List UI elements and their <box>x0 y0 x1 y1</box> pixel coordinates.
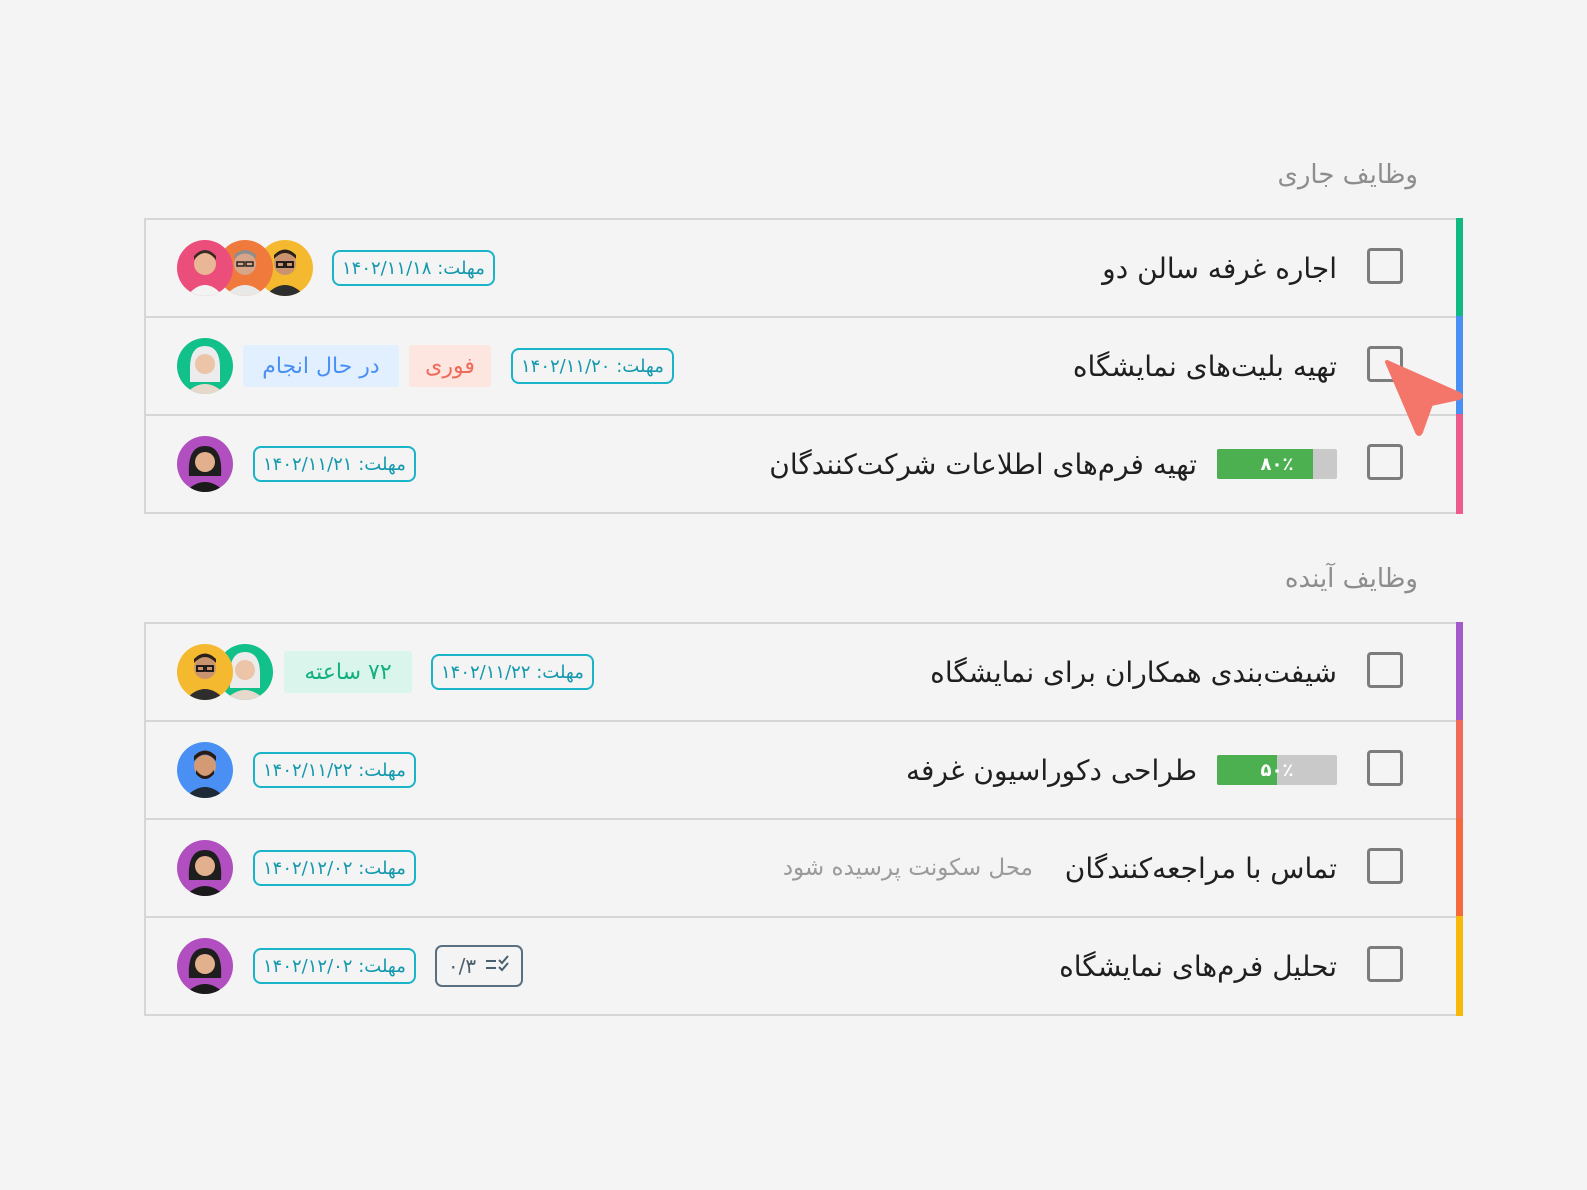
deadline-badge: مهلت: ۱۴۰۲/۱۱/۲۲ <box>431 654 594 690</box>
task-checkbox[interactable] <box>1367 652 1403 688</box>
deadline-badge: مهلت: ۱۴۰۲/۱۱/۲۰ <box>511 348 674 384</box>
progress-label: ۵۰٪ <box>1260 759 1294 781</box>
section-title-upcoming: وظایف آینده <box>1284 564 1418 594</box>
checklist-badge[interactable]: ۰/۳ <box>435 945 523 987</box>
task-title[interactable]: تماس با مراجعه‌کنندگان <box>1065 820 1337 916</box>
task-title[interactable]: طراحی دکوراسیون غرفه <box>906 722 1197 818</box>
task-list-upcoming: شیفت‌بندی همکاران برای نمایشگاه مهلت: ۱۴… <box>144 622 1463 1016</box>
task-row[interactable]: ۵۰٪ طراحی دکوراسیون غرفه مهلت: ۱۴۰۲/۱۱/۲… <box>146 720 1463 820</box>
priority-stripe <box>1456 218 1463 318</box>
priority-stripe <box>1456 720 1463 820</box>
avatar[interactable] <box>177 742 233 798</box>
urgent-badge: فوری <box>409 345 491 387</box>
deadline-badge: مهلت: ۱۴۰۲/۱۲/۰۲ <box>253 850 416 886</box>
task-row[interactable]: اجاره غرفه سالن دو مهلت: ۱۴۰۲/۱۱/۱۸ <box>146 218 1463 318</box>
time-badge: ۷۲ ساعته <box>284 651 412 693</box>
task-row[interactable]: ۸۰٪ تهیه فرم‌های اطلاعات شرکت‌کنندگان مه… <box>146 414 1463 514</box>
avatar[interactable] <box>177 240 233 296</box>
task-row[interactable]: تماس با مراجعه‌کنندگان محل سکونت پرسیده … <box>146 818 1463 918</box>
avatar[interactable] <box>177 840 233 896</box>
task-row[interactable]: تحلیل فرم‌های نمایشگاه ۰/۳ مهلت: ۱۴۰۲/۱۲… <box>146 916 1463 1016</box>
task-title[interactable]: شیفت‌بندی همکاران برای نمایشگاه <box>930 624 1337 720</box>
status-badge: در حال انجام <box>243 345 399 387</box>
task-checkbox[interactable] <box>1367 750 1403 786</box>
avatar[interactable] <box>177 644 233 700</box>
checklist-count: ۰/۳ <box>447 954 477 978</box>
task-checkbox[interactable] <box>1367 848 1403 884</box>
task-title[interactable]: تحلیل فرم‌های نمایشگاه <box>1059 918 1337 1014</box>
task-list-current: اجاره غرفه سالن دو مهلت: ۱۴۰۲/۱۱/۱۸ تهیه… <box>144 218 1463 514</box>
task-note: محل سکونت پرسیده شود <box>782 855 1033 881</box>
task-row[interactable]: تهیه بلیت‌های نمایشگاه مهلت: ۱۴۰۲/۱۱/۲۰ … <box>146 316 1463 416</box>
task-checkbox[interactable] <box>1367 248 1403 284</box>
priority-stripe <box>1456 818 1463 918</box>
avatar[interactable] <box>177 436 233 492</box>
task-title[interactable]: تهیه فرم‌های اطلاعات شرکت‌کنندگان <box>769 416 1197 512</box>
mouse-cursor-icon <box>1383 356 1463 440</box>
priority-stripe <box>1456 916 1463 1016</box>
checklist-icon <box>484 953 510 980</box>
section-title-current: وظایف جاری <box>1277 160 1419 190</box>
deadline-badge: مهلت: ۱۴۰۲/۱۱/۲۱ <box>253 446 416 482</box>
progress-bar: ۵۰٪ <box>1217 755 1337 785</box>
progress-bar: ۸۰٪ <box>1217 449 1337 479</box>
progress-label: ۸۰٪ <box>1260 453 1294 475</box>
avatar[interactable] <box>177 338 233 394</box>
deadline-badge: مهلت: ۱۴۰۲/۱۱/۱۸ <box>332 250 495 286</box>
avatar[interactable] <box>177 938 233 994</box>
deadline-badge: مهلت: ۱۴۰۲/۱۱/۲۲ <box>253 752 416 788</box>
task-title[interactable]: تهیه بلیت‌های نمایشگاه <box>1073 318 1337 414</box>
priority-stripe <box>1456 622 1463 722</box>
task-checkbox[interactable] <box>1367 444 1403 480</box>
task-title[interactable]: اجاره غرفه سالن دو <box>1102 220 1337 316</box>
task-checkbox[interactable] <box>1367 946 1403 982</box>
deadline-badge: مهلت: ۱۴۰۲/۱۲/۰۲ <box>253 948 416 984</box>
task-row[interactable]: شیفت‌بندی همکاران برای نمایشگاه مهلت: ۱۴… <box>146 622 1463 722</box>
